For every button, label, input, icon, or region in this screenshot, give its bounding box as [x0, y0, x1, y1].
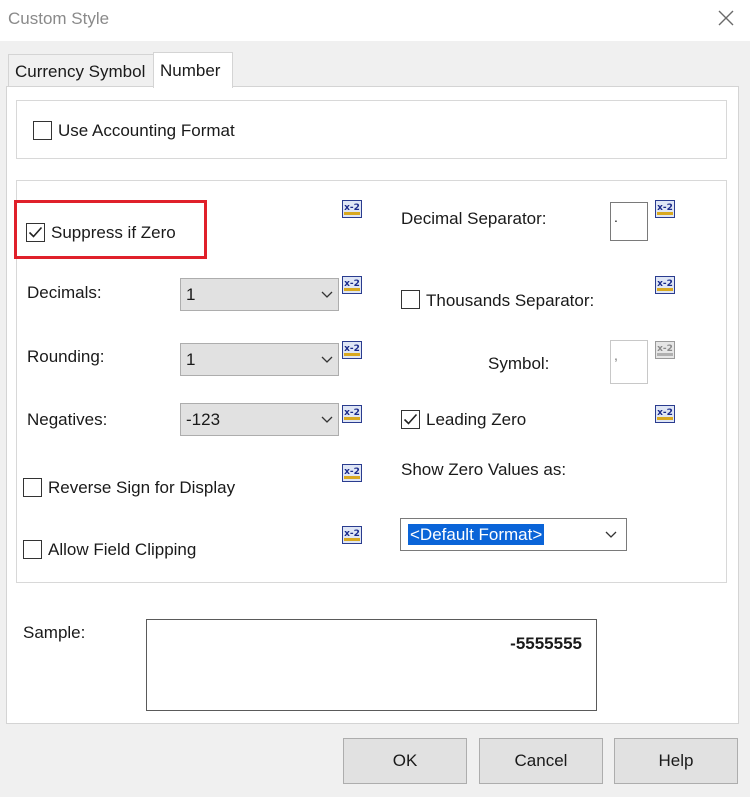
show-zero-select[interactable]: <Default Format>	[400, 518, 627, 551]
formula-x2-icon[interactable]: x-2	[655, 200, 675, 218]
thousands-separator-label: Thousands Separator:	[426, 291, 595, 310]
chevron-down-icon	[596, 531, 626, 539]
chevron-down-icon	[316, 344, 338, 375]
chevron-down-icon	[316, 279, 338, 310]
tab-label: Number	[160, 61, 221, 80]
decimal-separator-input[interactable]: .	[610, 202, 648, 241]
window-title: Custom Style	[8, 9, 110, 28]
chevron-down-icon	[316, 404, 338, 435]
show-zero-value: <Default Format>	[408, 523, 545, 545]
help-button[interactable]: Help	[614, 738, 738, 784]
show-zero-label: Show Zero Values as:	[401, 460, 567, 479]
ok-button[interactable]: OK	[343, 738, 467, 784]
tab-currency-symbol[interactable]: Currency Symbol	[8, 54, 154, 87]
svg-text:x-2: x-2	[657, 344, 673, 354]
formula-x2-icon[interactable]: x-2	[342, 276, 362, 294]
thousands-separator-checkbox[interactable]	[401, 290, 420, 309]
sample-preview: -5555555	[146, 619, 597, 711]
allow-clipping-label: Allow Field Clipping	[48, 540, 197, 559]
tab-label: Currency Symbol	[15, 62, 146, 81]
close-icon[interactable]	[713, 4, 739, 34]
formula-x2-icon[interactable]: x-2	[342, 526, 362, 544]
use-accounting-label: Use Accounting Format	[58, 121, 235, 140]
formula-x2-icon[interactable]: x-2	[342, 464, 362, 482]
check-icon	[403, 413, 418, 425]
reverse-sign-label: Reverse Sign for Display	[48, 478, 236, 497]
sample-value: -5555555	[510, 634, 582, 653]
negatives-value: -123	[186, 409, 221, 429]
sample-label: Sample:	[23, 623, 86, 642]
title-bar	[0, 0, 750, 41]
svg-text:x-2: x-2	[344, 529, 360, 539]
tab-number[interactable]: Number	[153, 52, 233, 88]
cancel-button[interactable]: Cancel	[479, 738, 603, 784]
svg-text:x-2: x-2	[657, 203, 673, 213]
formula-x2-icon[interactable]: x-2	[342, 405, 362, 423]
highlight-box	[14, 200, 207, 259]
svg-text:x-2: x-2	[344, 279, 360, 289]
rounding-value: 1	[186, 349, 196, 369]
leading-zero-checkbox[interactable]	[401, 410, 420, 429]
svg-text:x-2: x-2	[657, 279, 673, 289]
formula-x2-icon[interactable]: x-2	[655, 276, 675, 294]
leading-zero-label: Leading Zero	[426, 410, 527, 429]
formula-x2-icon[interactable]: x-2	[342, 341, 362, 359]
decimals-label: Decimals:	[27, 283, 102, 302]
rounding-label: Rounding:	[27, 347, 105, 366]
decimals-value: 1	[186, 284, 196, 304]
formula-x2-icon[interactable]: x-2	[655, 405, 675, 423]
symbol-input[interactable]: ,	[610, 340, 648, 384]
negatives-select[interactable]: -123	[180, 403, 339, 436]
negatives-label: Negatives:	[27, 410, 108, 429]
formula-x2-icon[interactable]: x-2	[342, 200, 362, 218]
rounding-select[interactable]: 1	[180, 343, 339, 376]
symbol-label: Symbol:	[488, 354, 550, 373]
use-accounting-checkbox[interactable]	[33, 121, 52, 140]
svg-text:x-2: x-2	[344, 344, 360, 354]
decimals-select[interactable]: 1	[180, 278, 339, 311]
formula-x2-disabled-icon: x-2	[655, 341, 675, 359]
svg-text:x-2: x-2	[344, 467, 360, 477]
reverse-sign-checkbox[interactable]	[23, 478, 42, 497]
svg-text:x-2: x-2	[344, 203, 360, 213]
svg-text:x-2: x-2	[657, 408, 673, 418]
allow-clipping-checkbox[interactable]	[23, 540, 42, 559]
svg-text:x-2: x-2	[344, 408, 360, 418]
decimal-separator-label: Decimal Separator:	[401, 209, 547, 228]
